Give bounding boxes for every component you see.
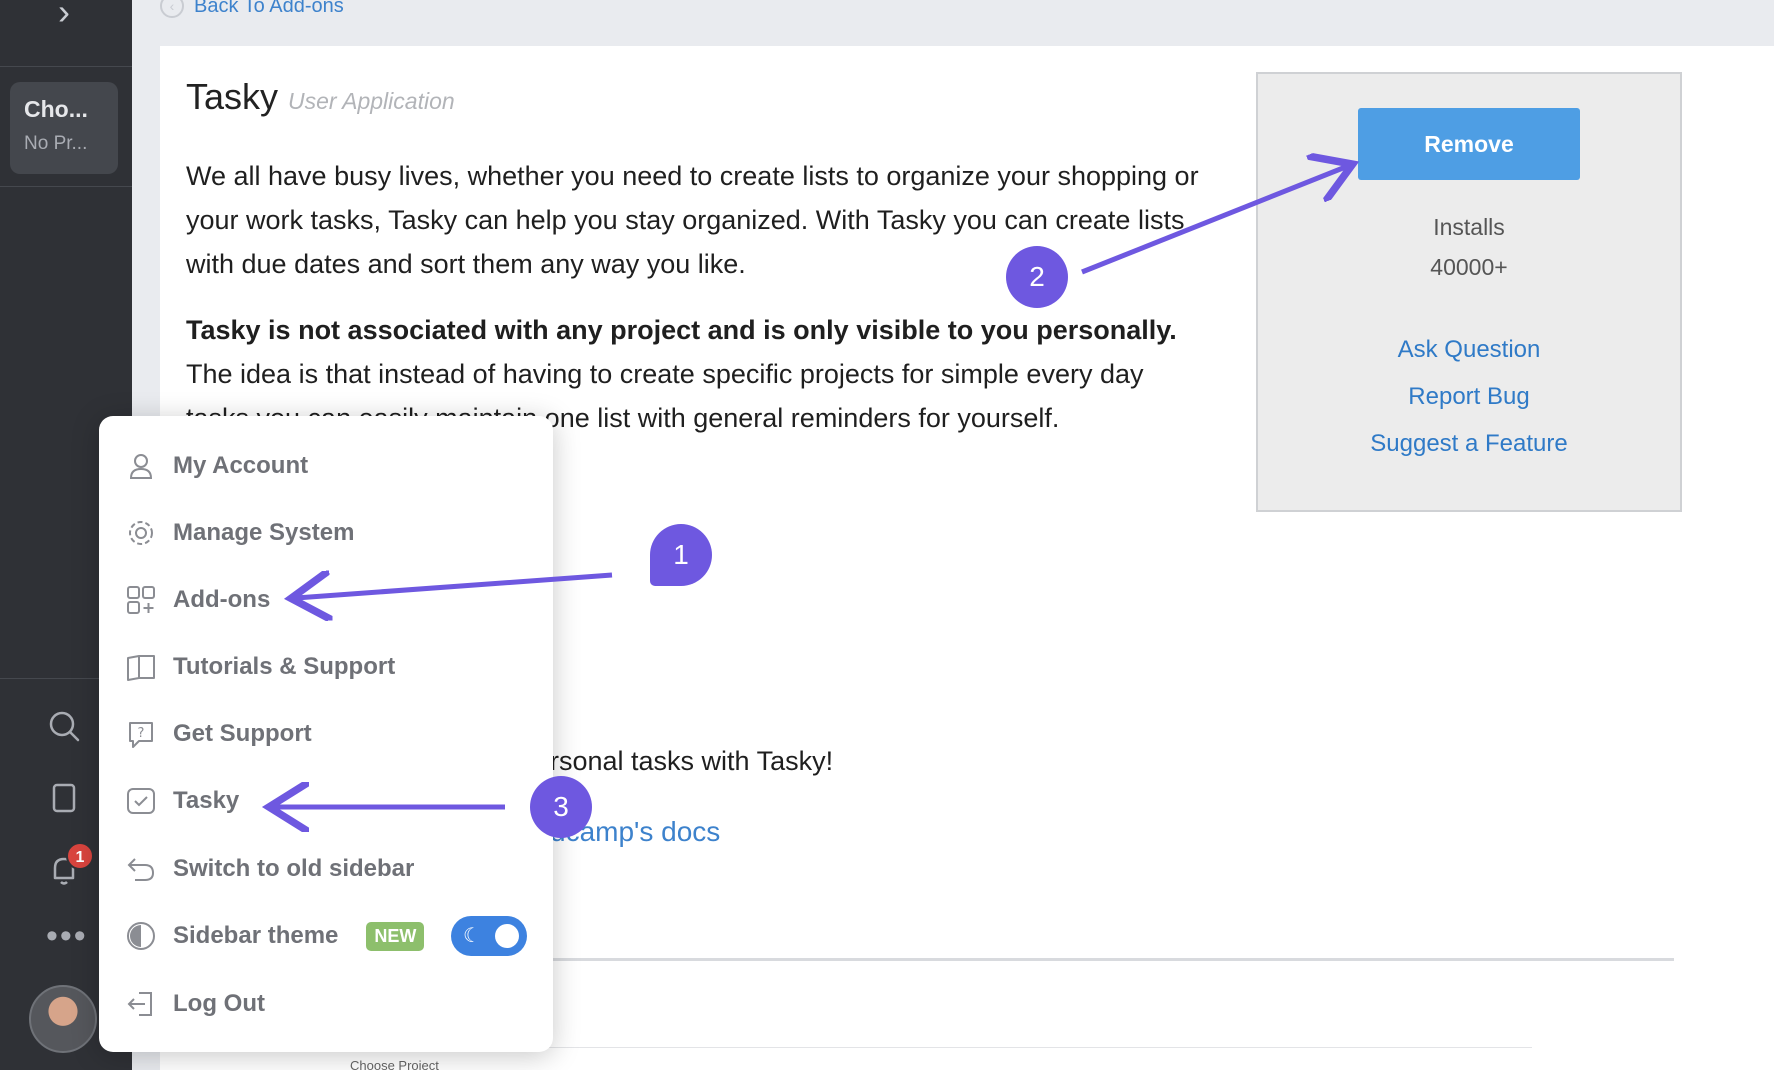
- notification-badge: 1: [66, 842, 94, 870]
- menu-item-label: Switch to old sidebar: [173, 855, 415, 882]
- menu-item-log-out[interactable]: Log Out: [125, 984, 265, 1024]
- tasky-tagline: rsonal tasks with Tasky!: [550, 746, 834, 776]
- help-bubble-icon: ?: [129, 722, 153, 748]
- installs-label: Installs: [1433, 214, 1505, 240]
- menu-item-get-support[interactable]: ? Get Support: [125, 714, 312, 754]
- svg-text:?: ?: [138, 726, 145, 741]
- addon-action-panel: Remove Installs 40000+ Ask Question Repo…: [1256, 72, 1682, 512]
- sidebar-divider: [0, 186, 132, 187]
- theme-toggle[interactable]: ☾: [451, 916, 527, 956]
- account-menu: My Account Manage System Add-ons Tutoria…: [99, 416, 553, 1052]
- menu-item-switch-old-sidebar[interactable]: Switch to old sidebar: [125, 849, 414, 889]
- user-icon: [129, 454, 153, 479]
- menu-item-label: My Account: [173, 452, 309, 479]
- title-row: Tasky User Application: [186, 76, 455, 118]
- menu-item-tutorials-support[interactable]: Tutorials & Support: [125, 647, 395, 687]
- project-name: Cho...: [24, 96, 88, 122]
- menu-item-my-account[interactable]: My Account: [125, 446, 308, 486]
- menu-item-label: Tasky: [173, 787, 240, 814]
- installs-value: 40000+: [1430, 254, 1508, 280]
- menu-item-label: Add-ons: [173, 586, 271, 613]
- moon-icon: ☾: [463, 925, 481, 947]
- menu-item-sidebar-theme[interactable]: Sidebar theme NEW: [125, 916, 425, 956]
- description-bold: Tasky is not associated with any project…: [186, 315, 1177, 345]
- menu-item-label: Get Support: [173, 720, 312, 747]
- menu-item-label: Sidebar theme: [173, 922, 339, 949]
- annotation-number: 1: [673, 539, 689, 570]
- annotation-marker-1: 1: [650, 524, 712, 586]
- back-link-label: Back To Add-ons: [194, 0, 344, 17]
- annotation-number: 2: [1029, 261, 1045, 292]
- project-selector[interactable]: Cho... No Pr...: [10, 82, 118, 174]
- bookmark-icon[interactable]: [46, 780, 82, 816]
- menu-item-manage-system[interactable]: Manage System: [125, 513, 354, 553]
- preview-project-label: Choose Project: [350, 1058, 439, 1070]
- tasky-icon: [127, 788, 155, 814]
- annotation-number: 3: [553, 791, 569, 822]
- search-icon[interactable]: [46, 708, 82, 744]
- new-badge: NEW: [366, 921, 425, 951]
- remove-button[interactable]: Remove: [1358, 108, 1580, 180]
- menu-item-label: Tutorials & Support: [173, 653, 396, 680]
- annotation-marker-3: 3: [530, 776, 592, 838]
- menu-item-tasky[interactable]: Tasky: [125, 781, 239, 821]
- book-icon: [127, 655, 155, 681]
- menu-item-label: Manage System: [173, 519, 355, 546]
- page-title: Tasky: [186, 76, 279, 117]
- undo-icon: [127, 858, 155, 881]
- divider: [550, 958, 1674, 961]
- gear-icon: [129, 521, 153, 545]
- menu-item-addons[interactable]: Add-ons: [125, 580, 270, 620]
- logout-icon: [127, 992, 152, 1016]
- annotation-marker-2: 2: [1006, 246, 1068, 308]
- app-type-label: User Application: [288, 88, 455, 114]
- avatar[interactable]: [29, 985, 97, 1053]
- ask-question-link[interactable]: Ask Question: [1258, 336, 1680, 364]
- suggest-feature-link[interactable]: Suggest a Feature: [1258, 430, 1680, 458]
- half-circle-icon: [127, 922, 155, 950]
- back-to-addons-link[interactable]: ‹ Back To Add-ons: [160, 0, 344, 18]
- back-arrow-icon: ‹: [160, 0, 184, 18]
- menu-item-label: Log Out: [173, 990, 265, 1017]
- expand-chevron-icon[interactable]: ›: [46, 0, 82, 30]
- project-sub: No Pr...: [24, 133, 88, 154]
- report-bug-link[interactable]: Report Bug: [1258, 383, 1680, 411]
- more-icon[interactable]: •••: [46, 919, 86, 953]
- toggle-knob: [495, 924, 519, 948]
- sidebar-divider: [0, 66, 132, 67]
- grid-plus-icon: [127, 586, 155, 614]
